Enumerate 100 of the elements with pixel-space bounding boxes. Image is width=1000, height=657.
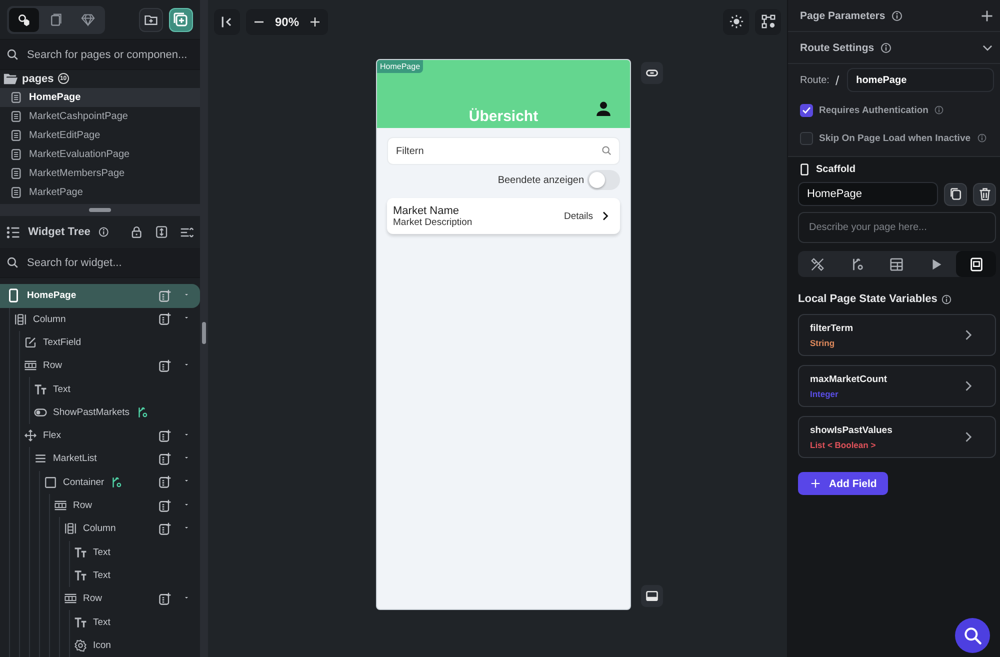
add-child-button[interactable] [158,498,172,513]
state-variable-card[interactable]: showIsPastValues List < Boolean > [798,416,996,458]
tree-node[interactable]: Row [60,587,200,610]
tree-node-label: Text [53,384,70,395]
plus-icon [309,16,322,28]
tree-node[interactable]: Container [40,470,200,494]
page-list-item[interactable]: MarketCashpointPage [0,106,200,126]
splitter-handle[interactable] [202,322,206,344]
description-field[interactable]: Describe your page here... [798,212,996,243]
page-list-item[interactable]: MarketEvaluationPage [0,144,200,164]
page-list-item[interactable]: MarketMembersPage [0,164,200,183]
gear-icon [74,638,87,652]
info-icon [976,133,987,143]
tree-node[interactable]: Text [30,377,200,401]
add-child-button[interactable] [158,428,172,443]
checkbox[interactable] [800,132,813,144]
expand-vertical-icon [154,225,168,240]
section-title: Local Page State Variables [798,293,938,305]
graph-view-button[interactable] [755,8,781,34]
collapse-left-icon [220,14,234,28]
info-icon [891,10,904,22]
tree-node-label: Row [43,360,62,372]
tree-node-label: Text [93,570,110,581]
duplicate-button[interactable] [944,182,967,206]
row-icon [64,592,77,606]
route-field[interactable]: homePage [847,68,994,92]
folder-icon [3,71,18,86]
tools-icon [810,256,826,272]
add-child-button[interactable] [158,288,172,303]
add-widget-icon [158,428,172,443]
toggle-switch[interactable] [587,170,620,190]
tree-node[interactable]: Row [20,354,200,378]
resize-handle[interactable] [89,208,111,212]
tree-node[interactable]: HomePage [0,284,200,308]
state-variable-card[interactable]: filterTerm String [798,314,996,356]
page-list-item[interactable]: MarketEditPage [0,126,200,145]
widgets-icon [17,12,31,26]
tree-node-label: Text [93,546,110,558]
state-variable-card[interactable]: maxMarketCount Integer [798,365,996,407]
market-card[interactable]: Market Name Market Description Details [387,198,620,234]
add-widget-icon [158,312,172,326]
page-search-field[interactable]: Search for pages or componen... [0,40,200,70]
tree-node[interactable]: ShowPastMarkets [30,400,200,424]
tree-node-label: Row [73,500,92,512]
page-list-item[interactable]: MarketPage [0,182,200,202]
tree-node-label: ShowPastMarkets [53,406,130,418]
tree-node[interactable]: TextField [20,330,200,354]
add-child-button[interactable] [158,312,172,326]
tree-node[interactable]: Flex [20,424,200,448]
bottom-bar-button[interactable] [641,585,663,607]
section-title: Route Settings [800,42,874,54]
add-child-button[interactable] [158,592,172,606]
info-icon [880,42,892,54]
tree-node[interactable]: Column [10,308,200,331]
tree-node[interactable]: Text [70,540,200,564]
theme-toggle-button[interactable] [723,8,749,34]
add-widget-icon [158,522,172,536]
tree-node[interactable]: Text [70,610,200,634]
zoom-in-button[interactable] [309,16,322,28]
tree-node[interactable]: Icon [70,634,200,657]
panel-tab[interactable] [956,251,996,277]
delete-button[interactable] [973,182,996,206]
add-child-button[interactable] [158,452,172,466]
tree-node-label: HomePage [27,290,76,302]
add-child-button[interactable] [158,358,172,373]
add-child-button[interactable] [158,475,172,490]
page-list-item[interactable]: HomePage [0,88,200,107]
checkbox[interactable] [800,104,813,116]
text-field-icon [24,336,37,349]
search-icon [962,624,984,646]
variable-type: List < Boolean > [810,440,877,450]
add-child-button[interactable] [158,522,172,536]
phone-icon [6,288,21,304]
add-page-button[interactable] [169,8,193,32]
table-icon [889,256,904,272]
toggle-view-button[interactable] [641,62,663,84]
tree-node[interactable]: Column [60,517,200,541]
view-tab[interactable] [9,8,39,32]
list-icon [34,452,47,466]
panel-title: Widget Tree [28,226,90,238]
tree-node[interactable]: Text [70,564,200,588]
details-label: Details [564,210,593,222]
bottom-panel-icon [645,589,659,603]
zoom-level: 90% [275,14,300,28]
new-folder-button[interactable] [139,8,163,32]
filter-field[interactable]: Filtern [387,137,620,165]
add-widget-icon [158,358,172,373]
add-widget-icon [158,592,172,606]
add-field-button[interactable]: Add Field [798,472,888,495]
add-parameter-button[interactable] [980,8,994,22]
tree-node-label: Icon [93,640,111,651]
page-name-field[interactable]: HomePage [798,182,938,206]
collapse-panel-button[interactable] [214,8,240,34]
switch-icon [34,406,47,419]
tree-node[interactable]: Row [50,494,200,518]
tree-node[interactable]: MarketList [30,447,200,471]
plus-icon [810,478,821,489]
container-icon [44,476,57,489]
widget-search-field[interactable]: Search for widget... [0,248,200,278]
info-icon [941,294,952,304]
